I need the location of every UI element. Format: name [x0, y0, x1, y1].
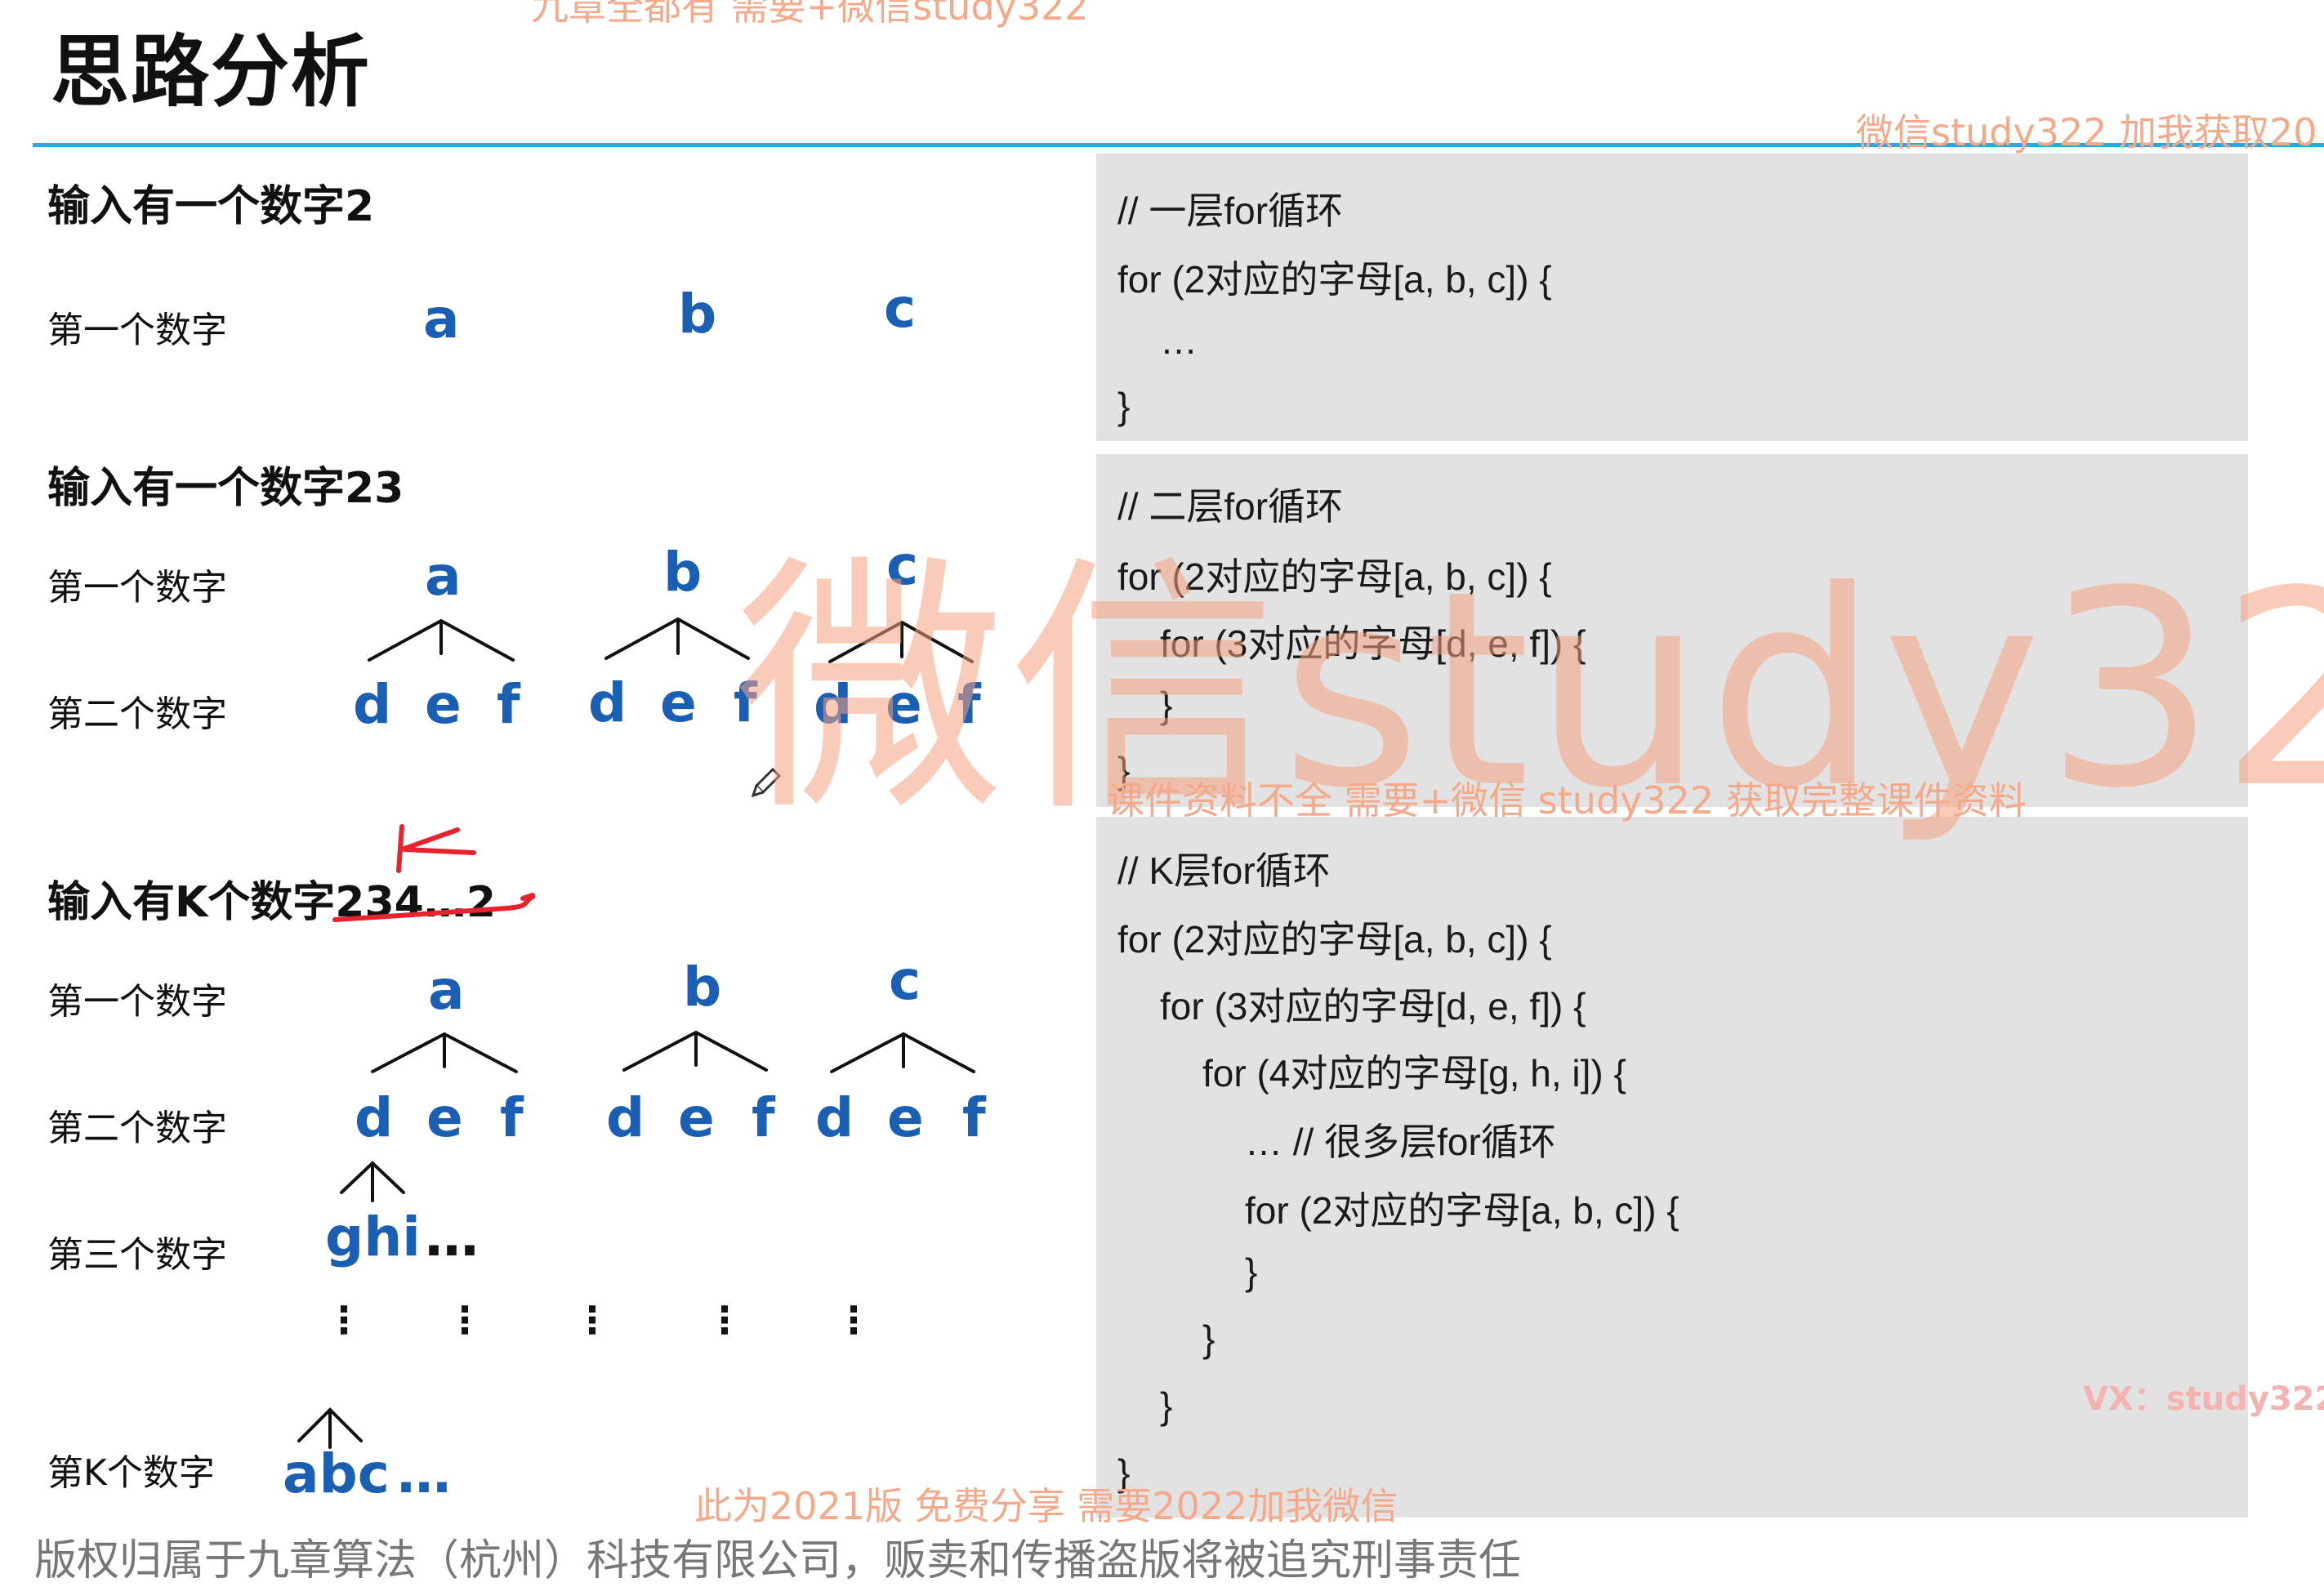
code1-line-2: … — [1160, 319, 1198, 362]
branch-s3-c — [830, 1032, 975, 1073]
vdots-4: ⋮ — [706, 1298, 743, 1342]
code3-line-3: for (4对应的字母[g, h, i]) { — [1202, 1052, 1626, 1094]
page-title: 思路分析 — [51, 26, 371, 118]
watermark-top-center: 九章全都有 需要+微信study322 — [531, 0, 1089, 29]
section2-row2-label: 第二个数字 — [47, 693, 227, 735]
code3-line-6: } — [1245, 1250, 1258, 1293]
s3-letter-a: a — [428, 959, 465, 1022]
s1-letter-b: b — [678, 283, 717, 345]
branch-s2-b — [604, 617, 750, 660]
s2-letter-f1: f — [497, 673, 520, 736]
vdots-2: ⋮ — [446, 1298, 484, 1342]
s2-letter-b: b — [663, 541, 703, 604]
s3-letter-b: b — [683, 956, 722, 1019]
s3-letter-f1: f — [500, 1086, 524, 1149]
code3-line-0: // K层for循环 — [1117, 849, 1331, 892]
s3-row3-ellipsis: … — [425, 1206, 479, 1268]
section3-row3-label: 第三个数字 — [47, 1234, 227, 1276]
watermark-top-right: 微信study322 加我获取20 — [1856, 110, 2317, 154]
branch-s3-a — [371, 1032, 518, 1073]
s3-rowk-ellipsis: … — [397, 1442, 451, 1505]
code3-line-7: } — [1202, 1317, 1216, 1360]
section2-heading: 输入有一个数字23 — [47, 464, 404, 513]
code1-line-1: for (2对应的字母[a, b, c]) { — [1117, 258, 1552, 301]
s3-letter-f3: f — [962, 1086, 986, 1149]
watermark-vx: VX：study322 — [2083, 1380, 2324, 1418]
s3-letter-d2: d — [606, 1086, 645, 1149]
s3-letter-f2: f — [752, 1086, 775, 1149]
s2-letter-e2: e — [660, 671, 697, 734]
s3-letter-e3: e — [887, 1086, 924, 1149]
s3-abc: abc — [283, 1442, 390, 1505]
watermark-bottom: 此为2021版 免费分享 需要2022加我微信 — [694, 1484, 1398, 1528]
branch-s2-a — [368, 618, 515, 662]
s3-letter-d3: d — [815, 1086, 854, 1149]
s3-letter-e2: e — [678, 1086, 715, 1149]
arrow-up-ghi — [340, 1161, 405, 1202]
section1-row1-label: 第一个数字 — [47, 310, 227, 351]
section3-row2-label: 第二个数字 — [47, 1108, 227, 1149]
vdots-3: ⋮ — [573, 1298, 611, 1342]
s1-letter-a: a — [423, 288, 460, 350]
branch-s3-b — [622, 1030, 768, 1072]
red-k-mark — [396, 824, 476, 873]
code3-line-5: for (2对应的字母[a, b, c]) { — [1245, 1189, 1679, 1232]
code1-line-3: } — [1117, 385, 1131, 427]
s2-letter-a: a — [425, 545, 462, 608]
code1-line-0: // 一层for循环 — [1117, 189, 1344, 232]
section3-row1-label: 第一个数字 — [47, 981, 227, 1023]
s2-letter-d1: d — [353, 673, 392, 736]
watermark-middle: 课件资料不全 需要+微信 study322 获取完整课件资料 — [1107, 778, 2027, 822]
section3-rowk-label: 第K个数字 — [47, 1452, 215, 1494]
code3-line-8: } — [1160, 1384, 1173, 1427]
s3-ghi: ghi — [325, 1206, 421, 1268]
vdots-5: ⋮ — [835, 1298, 872, 1342]
s3-letter-d1: d — [355, 1086, 394, 1149]
section2-row1-label: 第一个数字 — [47, 567, 227, 608]
s2-letter-e1: e — [425, 673, 462, 736]
code3-line-4: … // 很多层for循环 — [1245, 1121, 1556, 1163]
s2-letter-d2: d — [588, 671, 627, 734]
red-underline-dot — [520, 893, 535, 901]
s3-letter-e1: e — [426, 1086, 463, 1149]
section1-heading: 输入有一个数字2 — [47, 182, 375, 231]
code3-line-2: for (3对应的字母[d, e, f]) { — [1160, 985, 1586, 1028]
copyright-notice: 版权归属于九章算法（杭州）科技有限公司，贩卖和传播盗版将被追究刑事责任 — [34, 1536, 1522, 1585]
s1-letter-c: c — [884, 277, 917, 340]
code3-line-1: for (2对应的字母[a, b, c]) { — [1117, 918, 1552, 961]
vdots-1: ⋮ — [325, 1298, 363, 1342]
code2-line-0: // 二层for循环 — [1117, 485, 1344, 528]
s3-letter-c: c — [889, 949, 921, 1012]
section3-heading: 输入有K个数字234…2 — [47, 878, 497, 927]
